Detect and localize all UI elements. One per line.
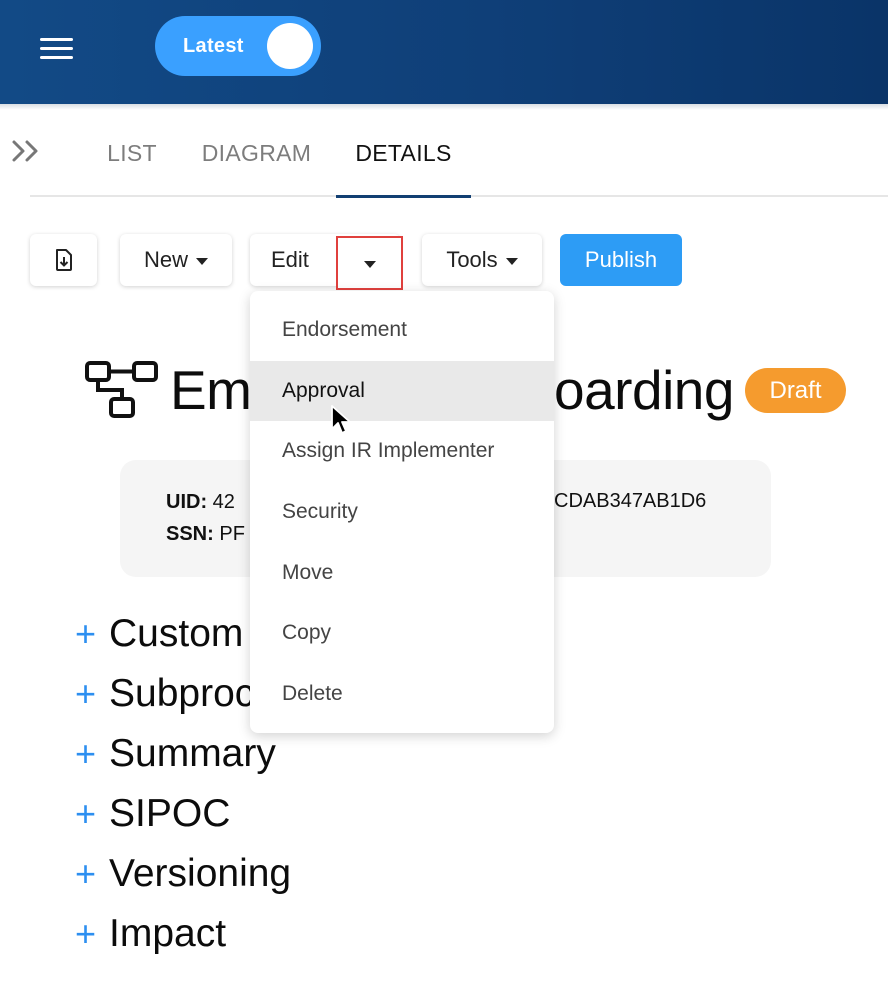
uid-value-start: 42: [212, 491, 235, 513]
section-label: Impact: [109, 912, 227, 955]
toggle-label: Latest: [183, 35, 244, 57]
section-label: Summary: [109, 732, 276, 775]
section-label: Versioning: [109, 852, 292, 895]
page-title: Em: [170, 358, 252, 422]
hamburger-menu-icon[interactable]: [40, 36, 74, 60]
section-label: SIPOC: [109, 792, 231, 835]
page-title-right-fragment: oarding: [554, 358, 734, 422]
process-flow-icon: [85, 361, 158, 418]
double-chevron-right-icon[interactable]: [10, 137, 44, 165]
caret-down-icon: [196, 257, 208, 265]
tools-button[interactable]: Tools: [422, 234, 542, 286]
section-impact[interactable]: + Impact: [75, 906, 226, 962]
tab-list[interactable]: LIST: [106, 140, 158, 198]
caret-down-icon: [363, 260, 376, 268]
menu-item-assign-ir-implementer[interactable]: Assign IR Implementer: [250, 421, 554, 481]
publish-button[interactable]: Publish: [560, 234, 682, 286]
menu-item-copy[interactable]: Copy: [250, 603, 554, 663]
new-button[interactable]: New: [120, 234, 232, 286]
uid-label: UID:: [166, 491, 208, 513]
mouse-pointer-icon: [331, 405, 351, 434]
section-versioning[interactable]: + Versioning: [75, 846, 291, 902]
caret-down-icon: [505, 257, 518, 265]
menu-item-delete[interactable]: Delete: [250, 664, 554, 724]
plus-icon: +: [75, 613, 97, 654]
ssn-row: SSN: PF: [166, 523, 245, 546]
plus-icon: +: [75, 853, 97, 894]
page-title-left: Em: [170, 359, 252, 421]
menu-item-approval[interactable]: Approval: [250, 361, 554, 421]
section-summary[interactable]: + Summary: [75, 726, 276, 782]
edit-button-label: Edit: [271, 247, 309, 272]
tab-diagram[interactable]: DIAGRAM: [200, 140, 313, 198]
top-app-bar: Latest: [0, 0, 888, 104]
plus-icon: +: [75, 793, 97, 834]
page-title-right: oarding: [554, 359, 734, 421]
export-button[interactable]: [30, 234, 97, 286]
plus-icon: +: [75, 673, 97, 714]
file-download-icon: [55, 249, 72, 271]
edit-dropdown-toggle[interactable]: [336, 236, 403, 290]
tab-details[interactable]: DETAILS: [336, 140, 471, 198]
section-label: Subproc: [109, 672, 255, 715]
status-badge: Draft: [745, 368, 846, 413]
section-sipoc[interactable]: + SIPOC: [75, 786, 230, 842]
uid-value-end: CDAB347AB1D6: [554, 490, 707, 512]
section-subprocesses[interactable]: + Subproc: [75, 666, 254, 722]
section-label: Custom: [109, 612, 244, 655]
toggle-knob: [267, 23, 313, 69]
publish-button-label: Publish: [584, 247, 658, 272]
latest-version-toggle[interactable]: Latest: [155, 16, 321, 76]
menu-item-security[interactable]: Security: [250, 482, 554, 542]
menu-item-move[interactable]: Move: [250, 543, 554, 603]
plus-icon: +: [75, 733, 97, 774]
new-button-label: New: [143, 247, 188, 272]
ssn-value-start: PF: [219, 523, 245, 545]
header-shadow: [0, 104, 888, 110]
section-custom[interactable]: + Custom: [75, 606, 243, 662]
tools-button-label: Tools: [446, 247, 498, 272]
menu-item-endorsement[interactable]: Endorsement: [250, 300, 554, 360]
ssn-label: SSN:: [166, 523, 214, 545]
plus-icon: +: [75, 913, 97, 954]
edit-dropdown-menu: Endorsement Approval Assign IR Implement…: [250, 291, 554, 733]
uid-row: UID: 42: [166, 491, 235, 514]
